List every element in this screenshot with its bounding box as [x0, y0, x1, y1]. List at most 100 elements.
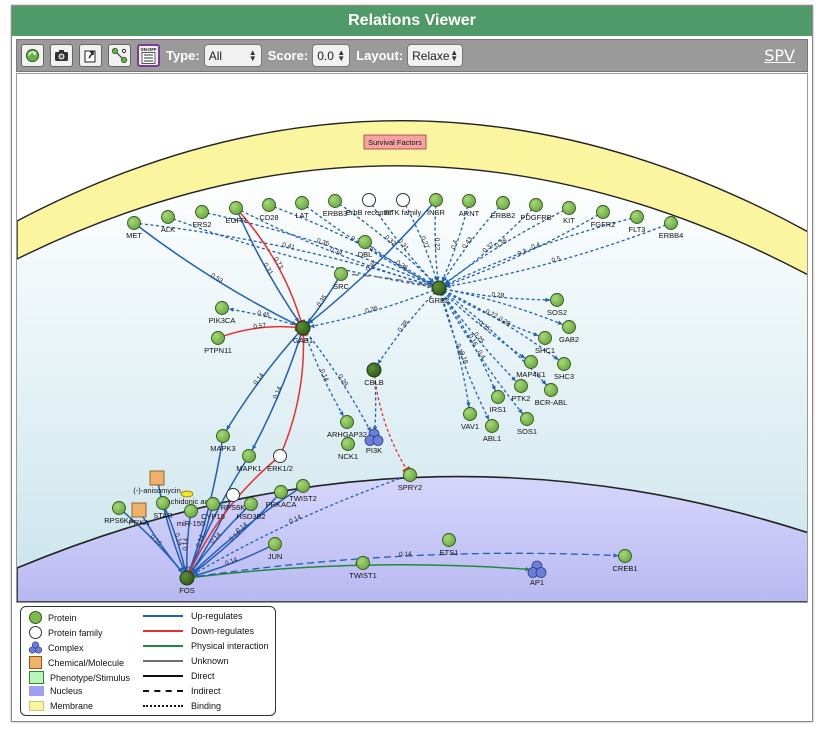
legend-unknown: Unknown [143, 656, 229, 666]
score-select[interactable]: 0.0 ▲ ▼ [312, 44, 351, 67]
physical-line [143, 645, 183, 647]
node-label: ARNT [459, 209, 480, 218]
phenotype-icon [29, 671, 44, 684]
protein-icon [29, 611, 42, 624]
indirect-line [143, 690, 183, 692]
node-label: SHC1 [535, 346, 555, 355]
protein-shape [295, 196, 309, 210]
node-label: ALK [161, 225, 175, 234]
protein-family-shape [226, 488, 240, 502]
node-label: GRB2 [429, 296, 449, 305]
legend-nucleus: Nucleus [29, 686, 83, 696]
survival-factors-phenotype[interactable]: Survival Factors [363, 134, 427, 150]
node-prka[interactable]: PRKA [129, 502, 149, 527]
node-label: VAV1 [461, 422, 479, 431]
protein-shape [529, 198, 543, 212]
protein-shape [340, 415, 354, 429]
node-label: MET [126, 231, 142, 240]
legend-phenotype: Phenotype/Stimulus [29, 671, 130, 684]
layout-label: Layout: [356, 48, 404, 63]
layout-select[interactable]: Relaxed ▲ ▼ [407, 44, 464, 67]
legend-onoff-icon: ON-OFF [140, 47, 157, 64]
protein-shape [524, 355, 538, 369]
protein-shape [268, 537, 282, 551]
node-label: TWIST2 [289, 494, 317, 503]
membrane-swatch-icon [29, 701, 44, 711]
legend-label: Protein [48, 612, 77, 623]
hub-protein-shape [295, 320, 311, 336]
refresh-icon [25, 48, 40, 63]
node-label: MAPK1 [236, 464, 261, 473]
node-label: FGFR2 [591, 220, 616, 229]
protein-shape [596, 205, 610, 219]
protein-family-shape [273, 449, 287, 463]
protein-shape [491, 390, 505, 404]
snapshot-button[interactable] [50, 44, 73, 67]
protein-shape [664, 216, 678, 230]
nucleus-swatch-icon [29, 686, 44, 696]
node-label: SOS2 [547, 308, 567, 317]
type-select[interactable]: All ▲ ▼ [203, 44, 262, 67]
hub-protein-shape [366, 362, 382, 378]
node-label: PTPN11 [204, 346, 232, 355]
network-canvas[interactable]: 0.41 0.35 0.34 0.31 0.4 0.32 0.31 0.27 0.22 0.4 0.… [16, 73, 808, 603]
chemical-shape [149, 470, 165, 486]
node-label: GAB2 [559, 335, 579, 344]
node-label: FLT3 [629, 225, 646, 234]
legend-label: Phenotype/Stimulus [50, 672, 131, 683]
node-label: EGFR [226, 216, 247, 225]
select-arrows-icon: ▲ ▼ [248, 48, 257, 63]
protein-shape [538, 331, 552, 345]
spv-link[interactable]: SPV [764, 46, 795, 65]
legend-toggle-button[interactable]: ON-OFF [137, 44, 160, 67]
binding-line [143, 705, 183, 707]
relations-viewer-window: Relations Viewer ON-OFF Type: All ▲ ▼ Sc… [11, 5, 813, 722]
toolbar: ON-OFF Type: All ▲ ▼ Score: 0.0 ▲ ▼ Layout… [16, 39, 808, 72]
legend-physical: Physical interaction [143, 641, 269, 651]
legend-label: Physical interaction [191, 641, 269, 651]
protein-shape [296, 479, 310, 493]
protein-shape [496, 196, 510, 210]
node-label: INSR [427, 208, 446, 217]
node-label: ERBB3 [323, 209, 348, 218]
node-label: TWIST1 [349, 571, 377, 580]
node-label: GAB1 [293, 336, 313, 345]
node-label: JUN [268, 552, 283, 561]
direct-line [143, 675, 183, 677]
legend-label: Membrane [50, 701, 94, 711]
node-label: SHC3 [554, 372, 574, 381]
protein-shape [195, 205, 209, 219]
legend-protein: Protein [29, 611, 77, 624]
protein-shape [184, 504, 198, 518]
camera-icon [55, 50, 68, 61]
node-label: PRKA [129, 518, 149, 527]
protein-shape [544, 383, 558, 397]
node-label: AP1 [530, 578, 544, 587]
network-layout-button[interactable] [108, 44, 131, 67]
legend-membrane: Membrane [29, 701, 93, 711]
protein-shape [262, 198, 276, 212]
legend-complex: Complex [29, 641, 84, 654]
protein-shape [403, 468, 417, 482]
network-graph[interactable]: 0.41 0.350.340.310.40.32 0.31 0.27 0.22 0.4 0.… [17, 74, 807, 602]
legend-label: Chemical/Molecule [48, 657, 125, 668]
node-label: ERBB2 [491, 211, 516, 220]
protein-shape [550, 293, 564, 307]
protein-shape [557, 357, 571, 371]
protein-shape [244, 497, 258, 511]
node-label: STAR [153, 511, 173, 520]
refresh-button[interactable] [21, 44, 44, 67]
node-label: PI3K [366, 446, 382, 455]
protein-family-icon [29, 626, 42, 639]
node-fos[interactable]: FOS [179, 570, 195, 595]
node-label: (-)-anisomycin [133, 486, 181, 495]
node-label: RTK family [385, 208, 422, 217]
type-label: Type: [166, 48, 200, 63]
node-kit[interactable]: KIT [562, 201, 576, 226]
protein-shape [429, 193, 443, 207]
export-button[interactable] [79, 44, 102, 67]
node-label: MAP4K1 [516, 370, 546, 379]
node-label: CREB1 [612, 564, 637, 573]
select-arrows-icon: ▲ ▼ [450, 48, 459, 63]
legend-binding: Binding [143, 701, 221, 711]
